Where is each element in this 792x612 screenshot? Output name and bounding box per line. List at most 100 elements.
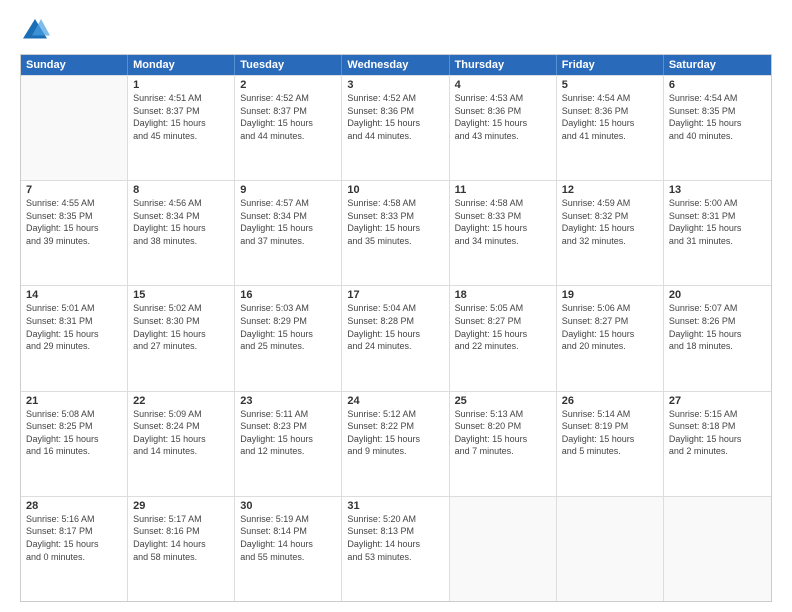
cell-date-number: 27 xyxy=(669,395,766,407)
calendar-cell: 8Sunrise: 4:56 AM Sunset: 8:34 PM Daylig… xyxy=(128,181,235,285)
cell-info-text: Sunrise: 5:01 AM Sunset: 8:31 PM Dayligh… xyxy=(26,302,122,352)
calendar-cell: 24Sunrise: 5:12 AM Sunset: 8:22 PM Dayli… xyxy=(342,392,449,496)
cell-date-number: 7 xyxy=(26,184,122,196)
calendar-cell: 1Sunrise: 4:51 AM Sunset: 8:37 PM Daylig… xyxy=(128,76,235,180)
cell-date-number: 25 xyxy=(455,395,551,407)
calendar-cell: 11Sunrise: 4:58 AM Sunset: 8:33 PM Dayli… xyxy=(450,181,557,285)
cell-info-text: Sunrise: 4:53 AM Sunset: 8:36 PM Dayligh… xyxy=(455,92,551,142)
calendar-week-1: 1Sunrise: 4:51 AM Sunset: 8:37 PM Daylig… xyxy=(21,75,771,180)
calendar-cell: 20Sunrise: 5:07 AM Sunset: 8:26 PM Dayli… xyxy=(664,286,771,390)
calendar-cell: 13Sunrise: 5:00 AM Sunset: 8:31 PM Dayli… xyxy=(664,181,771,285)
cell-info-text: Sunrise: 4:51 AM Sunset: 8:37 PM Dayligh… xyxy=(133,92,229,142)
calendar-cell: 22Sunrise: 5:09 AM Sunset: 8:24 PM Dayli… xyxy=(128,392,235,496)
calendar-cell: 14Sunrise: 5:01 AM Sunset: 8:31 PM Dayli… xyxy=(21,286,128,390)
calendar-header: SundayMondayTuesdayWednesdayThursdayFrid… xyxy=(21,55,771,75)
calendar-cell: 18Sunrise: 5:05 AM Sunset: 8:27 PM Dayli… xyxy=(450,286,557,390)
calendar-cell: 21Sunrise: 5:08 AM Sunset: 8:25 PM Dayli… xyxy=(21,392,128,496)
calendar-week-3: 14Sunrise: 5:01 AM Sunset: 8:31 PM Dayli… xyxy=(21,285,771,390)
cell-info-text: Sunrise: 5:05 AM Sunset: 8:27 PM Dayligh… xyxy=(455,302,551,352)
calendar-cell: 16Sunrise: 5:03 AM Sunset: 8:29 PM Dayli… xyxy=(235,286,342,390)
calendar-week-5: 28Sunrise: 5:16 AM Sunset: 8:17 PM Dayli… xyxy=(21,496,771,601)
cell-date-number: 10 xyxy=(347,184,443,196)
cell-date-number: 26 xyxy=(562,395,658,407)
cell-info-text: Sunrise: 5:08 AM Sunset: 8:25 PM Dayligh… xyxy=(26,408,122,458)
calendar-body: 1Sunrise: 4:51 AM Sunset: 8:37 PM Daylig… xyxy=(21,75,771,601)
calendar-week-4: 21Sunrise: 5:08 AM Sunset: 8:25 PM Dayli… xyxy=(21,391,771,496)
cell-date-number: 15 xyxy=(133,289,229,301)
cell-info-text: Sunrise: 4:57 AM Sunset: 8:34 PM Dayligh… xyxy=(240,197,336,247)
calendar-cell: 23Sunrise: 5:11 AM Sunset: 8:23 PM Dayli… xyxy=(235,392,342,496)
logo-icon xyxy=(20,16,50,46)
header-day-friday: Friday xyxy=(557,55,664,75)
cell-date-number: 30 xyxy=(240,500,336,512)
calendar-cell: 7Sunrise: 4:55 AM Sunset: 8:35 PM Daylig… xyxy=(21,181,128,285)
cell-info-text: Sunrise: 4:52 AM Sunset: 8:36 PM Dayligh… xyxy=(347,92,443,142)
calendar-cell: 19Sunrise: 5:06 AM Sunset: 8:27 PM Dayli… xyxy=(557,286,664,390)
cell-info-text: Sunrise: 4:54 AM Sunset: 8:36 PM Dayligh… xyxy=(562,92,658,142)
header-day-wednesday: Wednesday xyxy=(342,55,449,75)
calendar-cell: 2Sunrise: 4:52 AM Sunset: 8:37 PM Daylig… xyxy=(235,76,342,180)
cell-info-text: Sunrise: 5:04 AM Sunset: 8:28 PM Dayligh… xyxy=(347,302,443,352)
calendar-cell xyxy=(21,76,128,180)
cell-date-number: 11 xyxy=(455,184,551,196)
cell-info-text: Sunrise: 4:56 AM Sunset: 8:34 PM Dayligh… xyxy=(133,197,229,247)
calendar-week-2: 7Sunrise: 4:55 AM Sunset: 8:35 PM Daylig… xyxy=(21,180,771,285)
calendar-cell: 26Sunrise: 5:14 AM Sunset: 8:19 PM Dayli… xyxy=(557,392,664,496)
cell-date-number: 20 xyxy=(669,289,766,301)
calendar-cell: 10Sunrise: 4:58 AM Sunset: 8:33 PM Dayli… xyxy=(342,181,449,285)
calendar-cell: 15Sunrise: 5:02 AM Sunset: 8:30 PM Dayli… xyxy=(128,286,235,390)
cell-info-text: Sunrise: 5:07 AM Sunset: 8:26 PM Dayligh… xyxy=(669,302,766,352)
cell-info-text: Sunrise: 4:54 AM Sunset: 8:35 PM Dayligh… xyxy=(669,92,766,142)
calendar-cell: 25Sunrise: 5:13 AM Sunset: 8:20 PM Dayli… xyxy=(450,392,557,496)
cell-date-number: 22 xyxy=(133,395,229,407)
calendar-cell: 6Sunrise: 4:54 AM Sunset: 8:35 PM Daylig… xyxy=(664,76,771,180)
logo xyxy=(20,16,54,46)
cell-info-text: Sunrise: 5:02 AM Sunset: 8:30 PM Dayligh… xyxy=(133,302,229,352)
cell-date-number: 4 xyxy=(455,79,551,91)
cell-date-number: 13 xyxy=(669,184,766,196)
header-day-saturday: Saturday xyxy=(664,55,771,75)
cell-date-number: 31 xyxy=(347,500,443,512)
calendar-cell: 29Sunrise: 5:17 AM Sunset: 8:16 PM Dayli… xyxy=(128,497,235,601)
calendar-cell xyxy=(450,497,557,601)
cell-info-text: Sunrise: 4:52 AM Sunset: 8:37 PM Dayligh… xyxy=(240,92,336,142)
cell-info-text: Sunrise: 4:55 AM Sunset: 8:35 PM Dayligh… xyxy=(26,197,122,247)
cell-info-text: Sunrise: 5:13 AM Sunset: 8:20 PM Dayligh… xyxy=(455,408,551,458)
cell-info-text: Sunrise: 4:58 AM Sunset: 8:33 PM Dayligh… xyxy=(455,197,551,247)
cell-date-number: 24 xyxy=(347,395,443,407)
cell-date-number: 1 xyxy=(133,79,229,91)
cell-info-text: Sunrise: 5:14 AM Sunset: 8:19 PM Dayligh… xyxy=(562,408,658,458)
calendar-cell: 31Sunrise: 5:20 AM Sunset: 8:13 PM Dayli… xyxy=(342,497,449,601)
cell-info-text: Sunrise: 5:20 AM Sunset: 8:13 PM Dayligh… xyxy=(347,513,443,563)
cell-info-text: Sunrise: 5:09 AM Sunset: 8:24 PM Dayligh… xyxy=(133,408,229,458)
cell-info-text: Sunrise: 5:06 AM Sunset: 8:27 PM Dayligh… xyxy=(562,302,658,352)
header-day-tuesday: Tuesday xyxy=(235,55,342,75)
calendar-cell: 4Sunrise: 4:53 AM Sunset: 8:36 PM Daylig… xyxy=(450,76,557,180)
cell-date-number: 3 xyxy=(347,79,443,91)
cell-info-text: Sunrise: 5:16 AM Sunset: 8:17 PM Dayligh… xyxy=(26,513,122,563)
cell-date-number: 19 xyxy=(562,289,658,301)
cell-date-number: 16 xyxy=(240,289,336,301)
header-day-monday: Monday xyxy=(128,55,235,75)
cell-info-text: Sunrise: 5:19 AM Sunset: 8:14 PM Dayligh… xyxy=(240,513,336,563)
calendar-cell: 17Sunrise: 5:04 AM Sunset: 8:28 PM Dayli… xyxy=(342,286,449,390)
cell-date-number: 6 xyxy=(669,79,766,91)
cell-date-number: 14 xyxy=(26,289,122,301)
calendar-cell xyxy=(557,497,664,601)
header-day-sunday: Sunday xyxy=(21,55,128,75)
header-day-thursday: Thursday xyxy=(450,55,557,75)
cell-date-number: 9 xyxy=(240,184,336,196)
cell-date-number: 18 xyxy=(455,289,551,301)
cell-info-text: Sunrise: 4:59 AM Sunset: 8:32 PM Dayligh… xyxy=(562,197,658,247)
cell-info-text: Sunrise: 5:03 AM Sunset: 8:29 PM Dayligh… xyxy=(240,302,336,352)
header xyxy=(20,16,772,46)
cell-info-text: Sunrise: 5:00 AM Sunset: 8:31 PM Dayligh… xyxy=(669,197,766,247)
cell-date-number: 2 xyxy=(240,79,336,91)
cell-date-number: 23 xyxy=(240,395,336,407)
cell-date-number: 28 xyxy=(26,500,122,512)
calendar-cell: 12Sunrise: 4:59 AM Sunset: 8:32 PM Dayli… xyxy=(557,181,664,285)
cell-date-number: 5 xyxy=(562,79,658,91)
cell-date-number: 17 xyxy=(347,289,443,301)
calendar-cell: 28Sunrise: 5:16 AM Sunset: 8:17 PM Dayli… xyxy=(21,497,128,601)
calendar-cell: 3Sunrise: 4:52 AM Sunset: 8:36 PM Daylig… xyxy=(342,76,449,180)
